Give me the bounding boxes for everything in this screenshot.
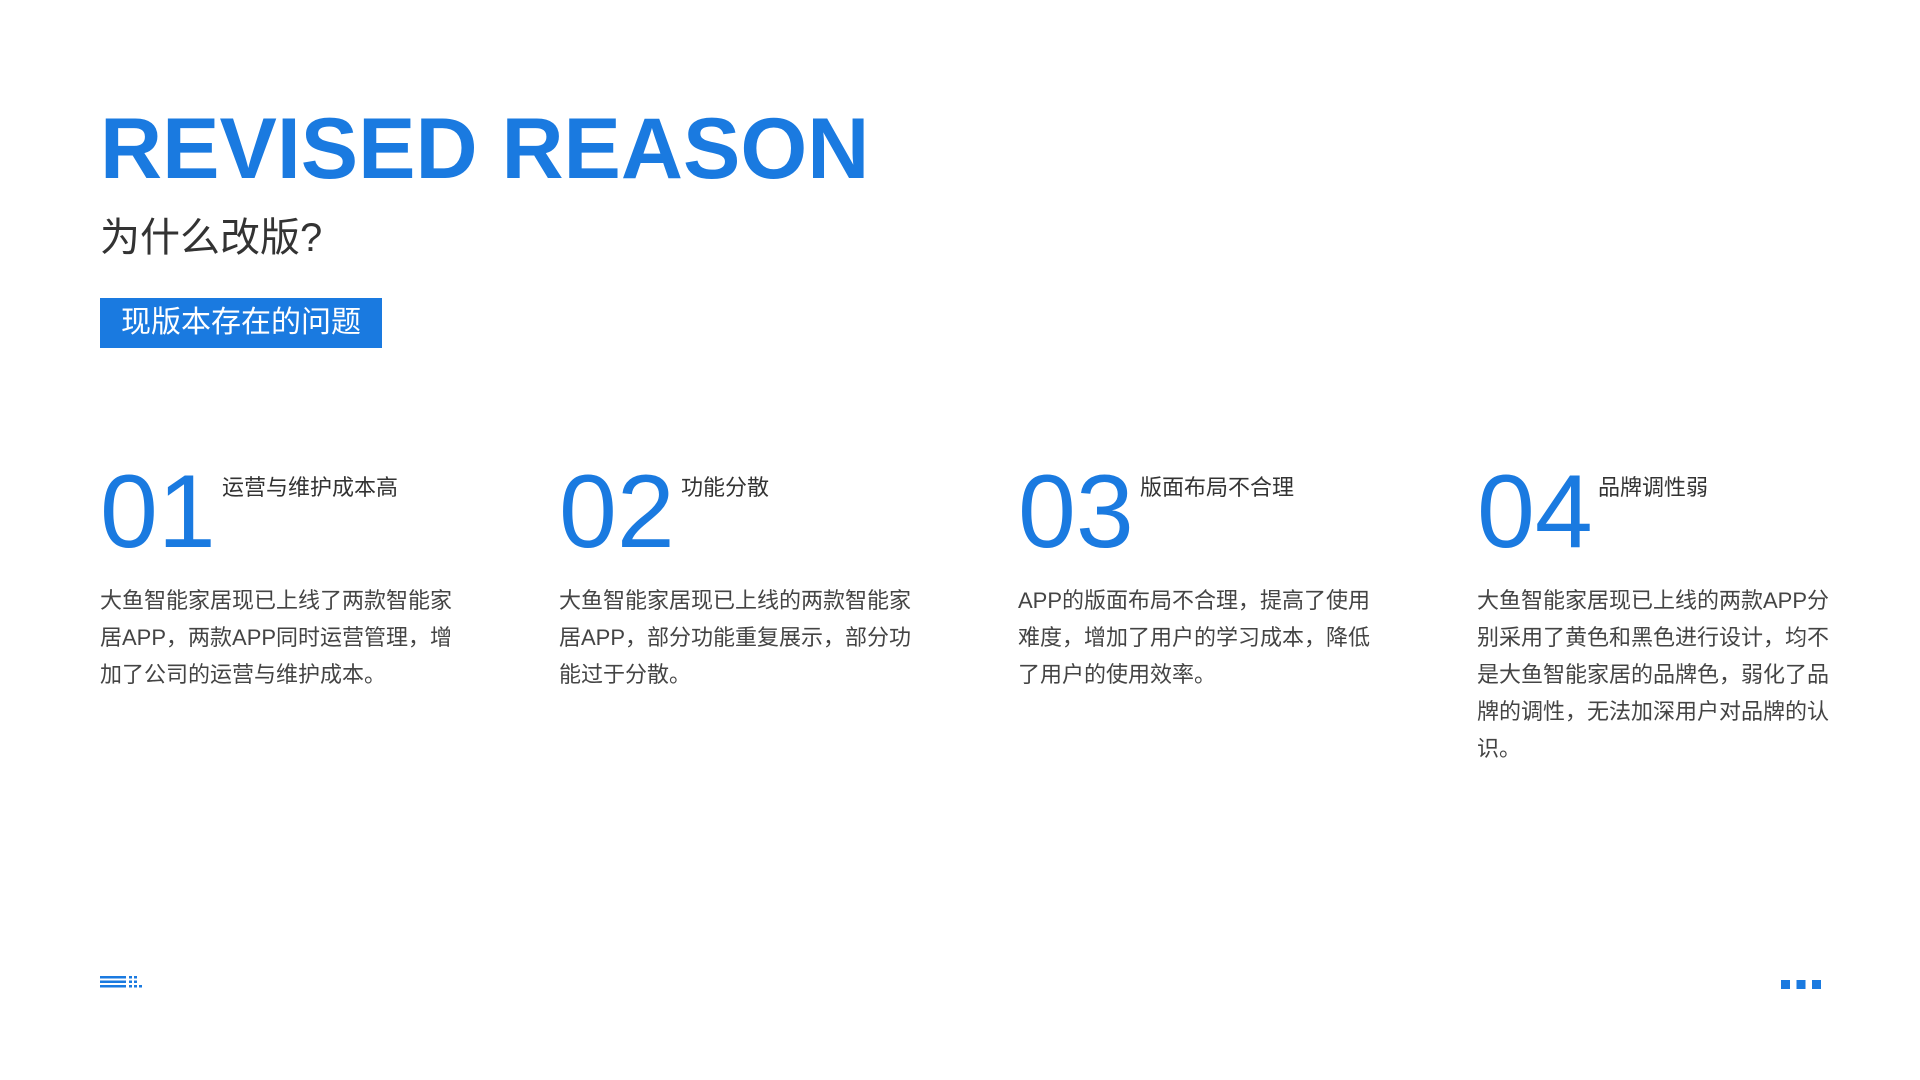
card-heading: 运营与维护成本高 — [222, 475, 399, 500]
card-description: 大鱼智能家居现已上线的两款智能家居APP，部分功能重复展示，部分功能过于分散。 — [559, 588, 912, 687]
card-description: 大鱼智能家居现已上线了两款智能家居APP，两款APP同时运营管理，增加了公司的运… — [100, 588, 453, 687]
page-subtitle: 为什么改版? — [100, 216, 323, 260]
card-heading: 功能分散 — [681, 475, 770, 500]
card-heading: 版面布局不合理 — [1140, 475, 1295, 500]
section-tag: 现版本存在的问题 — [100, 298, 382, 348]
card-description: 大鱼智能家居现已上线的两款APP分别采用了黄色和黑色进行设计，均不是大鱼智能家居… — [1477, 588, 1830, 761]
card-number: 02 — [559, 454, 675, 570]
three-dots-icon — [1781, 976, 1821, 989]
lines-dots-decoration-icon — [100, 975, 142, 988]
card-number: 03 — [1018, 454, 1134, 570]
card-description: APP的版面布局不合理，提高了使用难度，增加了用户的学习成本，降低了用户的使用效… — [1018, 588, 1371, 687]
card-heading: 品牌调性弱 — [1598, 475, 1709, 500]
card-number: 04 — [1477, 454, 1593, 570]
page-title: REVISED REASON — [100, 101, 870, 197]
card-number: 01 — [100, 454, 216, 570]
